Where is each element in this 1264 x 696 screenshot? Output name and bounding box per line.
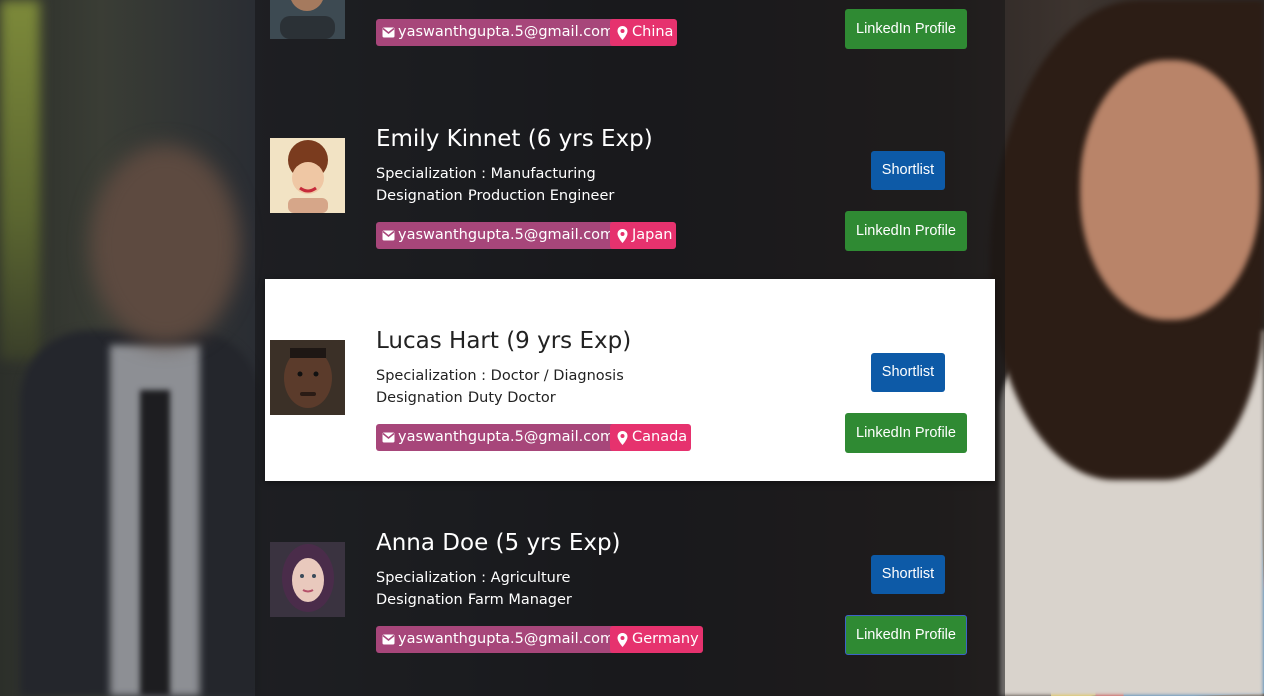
candidate-name: Anna Doe (5 yrs Exp) — [376, 530, 621, 556]
email-tag[interactable]: yaswanthgupta.5@gmail.com — [376, 222, 619, 249]
shortlist-button[interactable]: Shortlist — [871, 555, 945, 594]
candidate-card: Anna Doe (5 yrs Exp) Specialization : Ag… — [265, 481, 995, 683]
specialization-label: Specialization : — [376, 166, 491, 182]
email-text: yaswanthgupta.5@gmail.com — [398, 227, 615, 243]
specialization-line: Specialization : Agriculture — [376, 570, 570, 586]
specialization-value: Doctor / Diagnosis — [490, 368, 624, 384]
location-text: China — [632, 24, 674, 40]
specialization-line: Specialization : Doctor / Diagnosis — [376, 368, 624, 384]
envelope-icon — [380, 424, 396, 451]
location-text: Japan — [632, 227, 673, 243]
person-avatar-icon — [270, 542, 345, 617]
candidate-avatar — [270, 0, 345, 39]
location-tag: Germany — [610, 626, 703, 653]
map-pin-icon — [614, 222, 630, 249]
designation-label: Designation : — [376, 188, 473, 204]
location-tag: Canada — [610, 424, 692, 451]
shortlist-button[interactable]: Shortlist — [871, 151, 945, 190]
email-text: yaswanthgupta.5@gmail.com — [398, 631, 615, 647]
map-pin-icon — [614, 19, 630, 46]
map-pin-icon — [614, 626, 630, 653]
candidate-name: Lucas Hart (9 yrs Exp) — [376, 328, 632, 354]
email-tag[interactable]: yaswanthgupta.5@gmail.com — [376, 424, 619, 451]
envelope-icon — [380, 222, 396, 249]
person-avatar-icon — [270, 0, 345, 39]
linkedin-profile-button[interactable]: LinkedIn Profile — [845, 211, 967, 251]
linkedin-profile-button[interactable]: LinkedIn Profile — [845, 413, 967, 453]
specialization-label: Specialization : — [376, 570, 491, 586]
shortlist-button[interactable]: Shortlist — [871, 353, 945, 392]
designation-label: Designation : — [376, 592, 473, 608]
candidate-avatar — [270, 542, 345, 617]
envelope-icon — [380, 19, 396, 46]
designation-value: Farm Manager — [468, 592, 572, 608]
location-text: Canada — [632, 429, 688, 445]
candidate-card-highlighted: Lucas Hart (9 yrs Exp) Specialization : … — [265, 279, 995, 481]
candidate-name: Emily Kinnet (6 yrs Exp) — [376, 126, 653, 152]
candidate-avatar — [270, 138, 345, 213]
specialization-value: Agriculture — [490, 570, 571, 586]
location-tag: Japan — [610, 222, 677, 249]
map-pin-icon — [614, 424, 630, 451]
candidate-card: Emily Kinnet (6 yrs Exp) Specialization … — [265, 77, 995, 279]
designation-value: Production Engineer — [468, 188, 615, 204]
candidate-avatar — [270, 340, 345, 415]
designation-line: Designation : Duty Doctor — [376, 390, 556, 406]
email-text: yaswanthgupta.5@gmail.com — [398, 24, 615, 40]
designation-value: Duty Doctor — [468, 390, 556, 406]
designation-line: Designation : Farm Manager — [376, 592, 572, 608]
specialization-label: Specialization : — [376, 368, 491, 384]
candidate-card: yaswanthgupta.5@gmail.com China LinkedIn… — [265, 0, 995, 49]
linkedin-profile-button[interactable]: LinkedIn Profile — [845, 615, 967, 655]
email-tag[interactable]: yaswanthgupta.5@gmail.com — [376, 19, 619, 46]
envelope-icon — [380, 626, 396, 653]
designation-line: Designation : Production Engineer — [376, 188, 614, 204]
location-tag: China — [610, 19, 678, 46]
person-avatar-icon — [270, 340, 345, 415]
email-text: yaswanthgupta.5@gmail.com — [398, 429, 615, 445]
specialization-value: Manufacturing — [490, 166, 596, 182]
location-text: Germany — [632, 631, 699, 647]
person-avatar-icon — [270, 138, 345, 213]
email-tag[interactable]: yaswanthgupta.5@gmail.com — [376, 626, 619, 653]
designation-label: Designation : — [376, 390, 473, 406]
linkedin-profile-button[interactable]: LinkedIn Profile — [845, 9, 967, 49]
specialization-line: Specialization : Manufacturing — [376, 166, 596, 182]
